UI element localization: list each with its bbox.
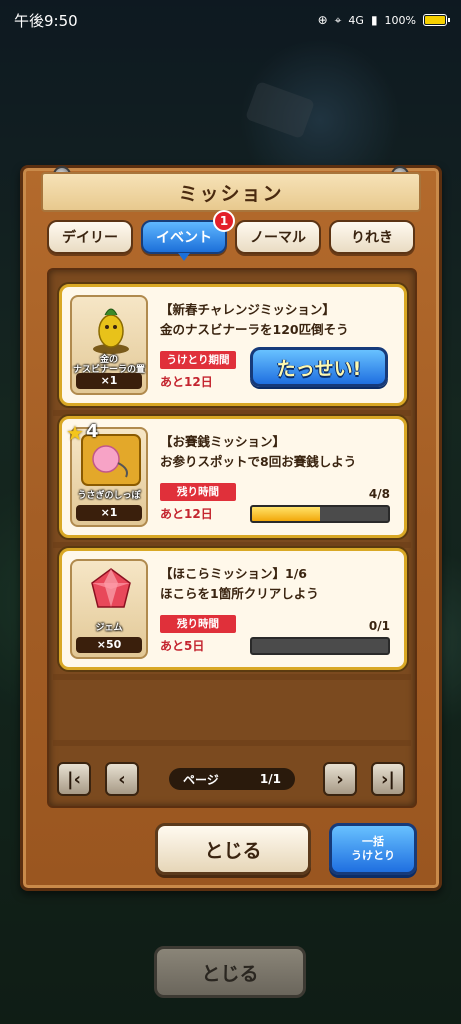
- tab-daily-label: デイリー: [62, 230, 118, 246]
- chevron-left-icon: ‹: [118, 768, 126, 790]
- mission-panel: ミッション デイリー イベント 1 ノーマル りれき 金の ナスビナーラの置 ×…: [20, 165, 442, 891]
- receive-all-line2: うけとり: [351, 849, 395, 862]
- tab-history[interactable]: りれき: [329, 220, 415, 254]
- status-icons: ⊕ ⌖ 4G ▮ 100%: [317, 12, 450, 28]
- reward-quantity: ×1: [76, 373, 142, 389]
- mission-card: ★ 4 うさぎのしっぽ ×1 【お賽銭ミッション】 お参りスポットで8回お賽銭し…: [59, 416, 407, 538]
- rarity-star-icon: ★: [66, 421, 84, 445]
- mission-title: 【ほこらミッション】1/6: [160, 566, 307, 581]
- reward-name: ジェム: [95, 623, 123, 633]
- chevron-right-icon: ›: [336, 768, 344, 790]
- tab-event-label: イベント: [156, 230, 212, 246]
- signal-icon: ▮: [370, 13, 378, 27]
- status-bar: 午後9:50 ⊕ ⌖ 4G ▮ 100%: [0, 0, 461, 40]
- shelf-divider: [53, 740, 411, 746]
- page-label: ページ: [183, 772, 219, 787]
- rarity-level: 4: [86, 421, 99, 442]
- mission-list[interactable]: 金の ナスビナーラの置物 ×1 【新春チャレンジミッション】 金のナスビナーラを…: [47, 268, 417, 808]
- page-value: 1/1: [259, 772, 281, 786]
- reward-box: 金の ナスビナーラの置物 ×1: [70, 295, 148, 395]
- receive-all-line1: 一括: [362, 835, 384, 848]
- tab-event[interactable]: イベント 1: [141, 210, 235, 261]
- mission-card: 金の ナスビナーラの置物 ×1 【新春チャレンジミッション】 金のナスビナーラを…: [59, 284, 407, 406]
- network-label: 4G: [348, 13, 364, 27]
- progress-bar: [250, 637, 390, 655]
- data-saver-icon: ⊕: [317, 13, 328, 27]
- mission-title: 【お賽銭ミッション】: [160, 434, 286, 449]
- reward-box: ジェム ×50: [70, 559, 148, 659]
- page-indicator: ページ 1/1: [169, 768, 295, 790]
- time-left-label: 残り時間: [160, 483, 236, 501]
- progress-bar: [250, 505, 390, 523]
- reward-box: ★ 4 うさぎのしっぽ ×1: [66, 421, 148, 527]
- close-button-label: とじる: [204, 839, 262, 862]
- location-icon: ⌖: [334, 12, 342, 27]
- first-page-button[interactable]: |‹: [57, 762, 91, 796]
- tab-normal-label: ノーマル: [250, 230, 306, 246]
- status-time: 午後9:50: [14, 11, 78, 30]
- remaining-days: あと12日: [160, 375, 213, 389]
- close-button[interactable]: とじる: [155, 823, 311, 875]
- notification-badge: 1: [213, 210, 235, 232]
- next-page-button[interactable]: ›: [323, 762, 357, 796]
- progress-fill: [252, 507, 320, 521]
- remaining-days: あと5日: [160, 639, 205, 653]
- panel-title-text: ミッション: [178, 182, 284, 205]
- battery-percent: 100%: [384, 13, 416, 27]
- shelf-divider: [53, 674, 411, 680]
- mission-description: 金のナスビナーラを120匹倒そう: [160, 322, 349, 337]
- background-close-button: とじる: [154, 946, 306, 998]
- panel-title: ミッション: [41, 172, 421, 212]
- reward-quantity: ×1: [76, 505, 142, 521]
- mission-description: お参りスポットで8回お賽銭しよう: [160, 454, 357, 469]
- achieved-button[interactable]: たっせい!: [250, 347, 388, 387]
- mission-title: 【新春チャレンジミッション】: [160, 302, 335, 317]
- tab-normal[interactable]: ノーマル: [235, 220, 321, 254]
- time-left-label: 残り時間: [160, 615, 236, 633]
- progress-count: 4/8: [368, 487, 390, 501]
- remaining-days: あと12日: [160, 507, 213, 521]
- mission-card: ジェム ×50 【ほこらミッション】1/6 ほこらを1箇所クリアしよう 残り時間…: [59, 548, 407, 670]
- battery-icon: [423, 14, 450, 26]
- mission-description: ほこらを1箇所クリアしよう: [160, 586, 319, 601]
- golden-figurine-icon: [93, 308, 129, 354]
- tab-history-label: りれき: [351, 230, 393, 246]
- receive-all-button[interactable]: 一括 うけとり: [329, 823, 417, 875]
- period-label: うけとり期間: [160, 351, 236, 369]
- progress-count: 0/1: [368, 619, 390, 633]
- first-page-icon: |‹: [67, 768, 81, 790]
- reward-name: うさぎのしっぽ: [77, 491, 141, 501]
- reward-quantity: ×50: [76, 637, 142, 653]
- tab-daily[interactable]: デイリー: [47, 220, 133, 254]
- gem-icon: [91, 568, 131, 608]
- background-close-label: とじる: [201, 962, 259, 985]
- last-page-button[interactable]: ›|: [371, 762, 405, 796]
- last-page-icon: ›|: [381, 768, 395, 790]
- prev-page-button[interactable]: ‹: [105, 762, 139, 796]
